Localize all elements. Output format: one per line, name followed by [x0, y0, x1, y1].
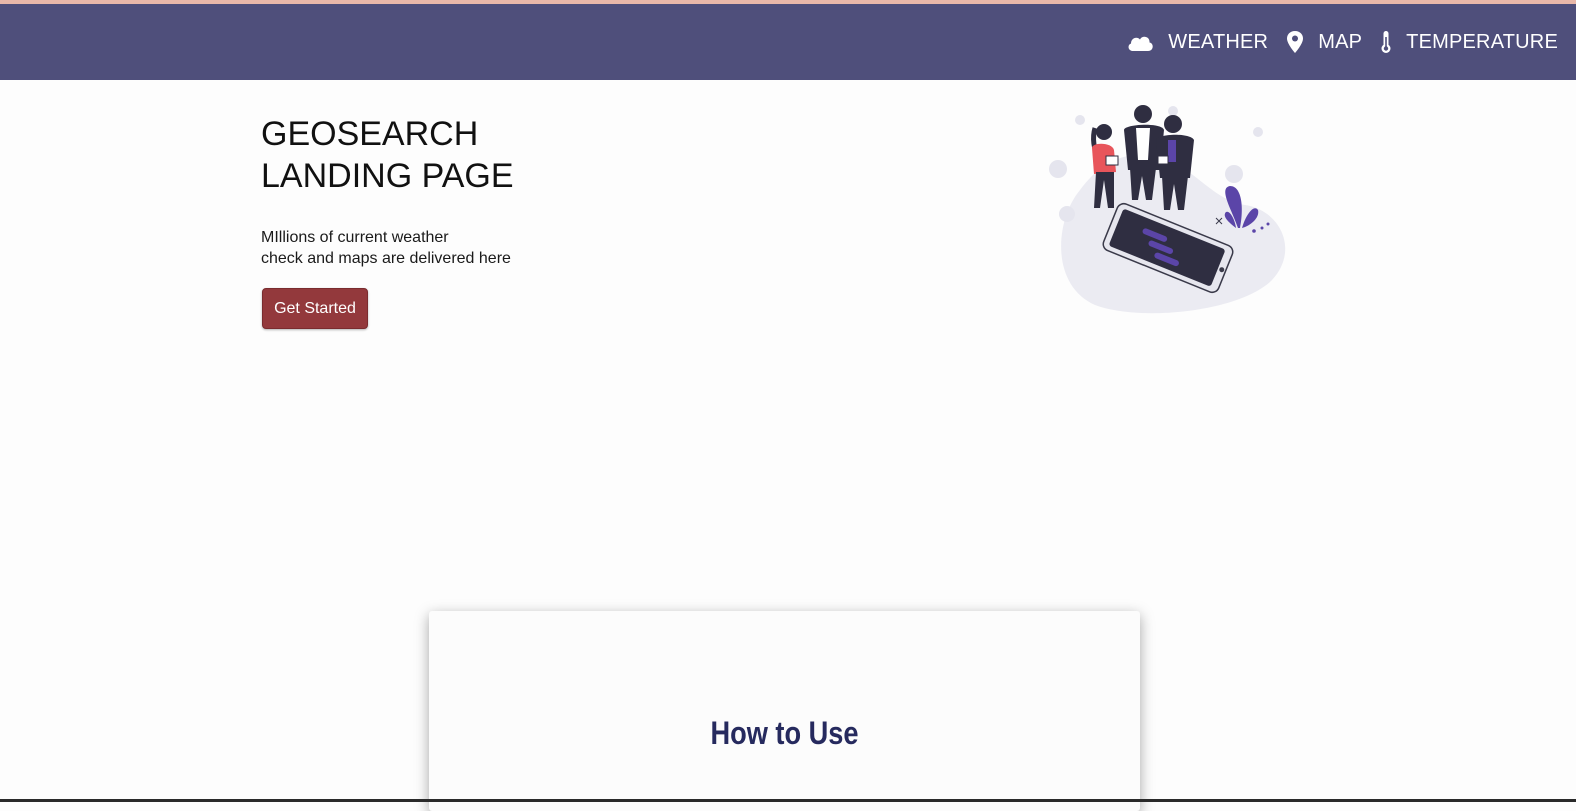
- thermometer-icon: [1380, 30, 1392, 54]
- hero-subtitle-line2: check and maps are delivered here: [261, 250, 511, 267]
- nav-item-temperature[interactable]: TEMPERATURE: [1380, 30, 1558, 54]
- page-title-line2: LANDING PAGE: [261, 157, 514, 195]
- nav-label-weather: WEATHER: [1168, 30, 1269, 53]
- map-pin-icon: [1286, 30, 1304, 54]
- get-started-button[interactable]: Get Started: [262, 288, 368, 329]
- cloud-icon: [1126, 32, 1154, 52]
- nav-item-weather[interactable]: WEATHER: [1126, 31, 1268, 54]
- nav-item-map[interactable]: MAP: [1286, 30, 1362, 54]
- how-to-use-card: How to Use: [429, 611, 1140, 811]
- hero-subtitle: MIllions of current weather check and ma…: [261, 227, 511, 269]
- nav-label-map: MAP: [1318, 30, 1363, 53]
- people-with-phone-illustration: [1049, 105, 1286, 314]
- section-title: How to Use: [710, 715, 859, 751]
- page-title: GEOSEARCH LANDING PAGE: [261, 113, 514, 197]
- hero-subtitle-line1: MIllions of current weather: [261, 229, 449, 246]
- nav-label-temperature: TEMPERATURE: [1406, 30, 1558, 53]
- top-navbar: WEATHER MAP TEMPERATURE: [0, 4, 1576, 80]
- page-title-line1: GEOSEARCH: [261, 115, 479, 153]
